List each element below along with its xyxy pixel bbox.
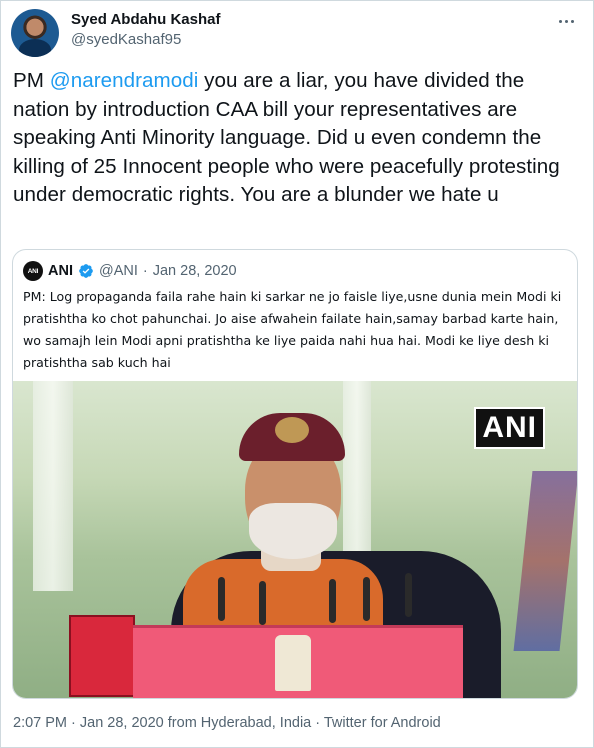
background-flag (513, 471, 577, 651)
quoted-media-image[interactable]: ANI (13, 381, 577, 698)
quoted-date: Jan 28, 2020 (152, 263, 237, 279)
avatar-figure (19, 39, 51, 57)
tweet-header: Syed Abdahu Kashaf @syedKashaf95 (11, 9, 581, 57)
quoted-tweet[interactable]: ANI ANI @ANI · Jan 28, 2020 PM: Log prop… (12, 249, 578, 699)
tweet-footer: 2:07 PM · Jan 28, 2020 from Hyderabad, I… (13, 715, 441, 731)
footer-separator: · (311, 715, 324, 731)
microphone (259, 581, 266, 625)
red-stand (69, 615, 135, 697)
microphone (329, 579, 336, 623)
tweet-time[interactable]: 2:07 PM (13, 715, 67, 731)
quoted-tweet-header: ANI ANI @ANI · Jan 28, 2020 (23, 261, 237, 281)
verified-badge-icon (79, 264, 93, 278)
author-avatar[interactable] (11, 9, 59, 57)
speaker-beard (249, 503, 337, 559)
quoted-author-name: ANI (48, 263, 73, 279)
more-dots-icon[interactable] (555, 11, 577, 31)
cap-badge (275, 417, 309, 443)
quoted-author-handle: @ANI (98, 263, 138, 279)
author-display-name[interactable]: Syed Abdahu Kashaf (71, 11, 220, 28)
footer-separator: · (67, 715, 80, 731)
mention-link[interactable]: @narendramodi (50, 69, 199, 92)
microphone (363, 577, 370, 621)
background-pillar (33, 381, 73, 591)
ani-watermark: ANI (474, 407, 545, 449)
author-handle[interactable]: @syedKashaf95 (71, 31, 181, 48)
quoted-author-avatar: ANI (23, 261, 43, 281)
quoted-separator: · (142, 263, 148, 279)
tweet-text-prefix: PM (13, 69, 50, 92)
microphone (218, 577, 225, 621)
tweet-date[interactable]: Jan 28, 2020 (80, 715, 164, 731)
tweet-location: from Hyderabad, India (163, 715, 312, 731)
quoted-tweet-text: PM: Log propaganda faila rahe hain ki sa… (23, 289, 562, 370)
tweet-client[interactable]: Twitter for Android (324, 715, 441, 731)
microphone (405, 573, 412, 617)
tweet-text: PM @narendramodi you are a liar, you hav… (13, 67, 585, 210)
national-emblem (275, 635, 311, 691)
tweet-card: Syed Abdahu Kashaf @syedKashaf95 PM @nar… (0, 0, 594, 748)
